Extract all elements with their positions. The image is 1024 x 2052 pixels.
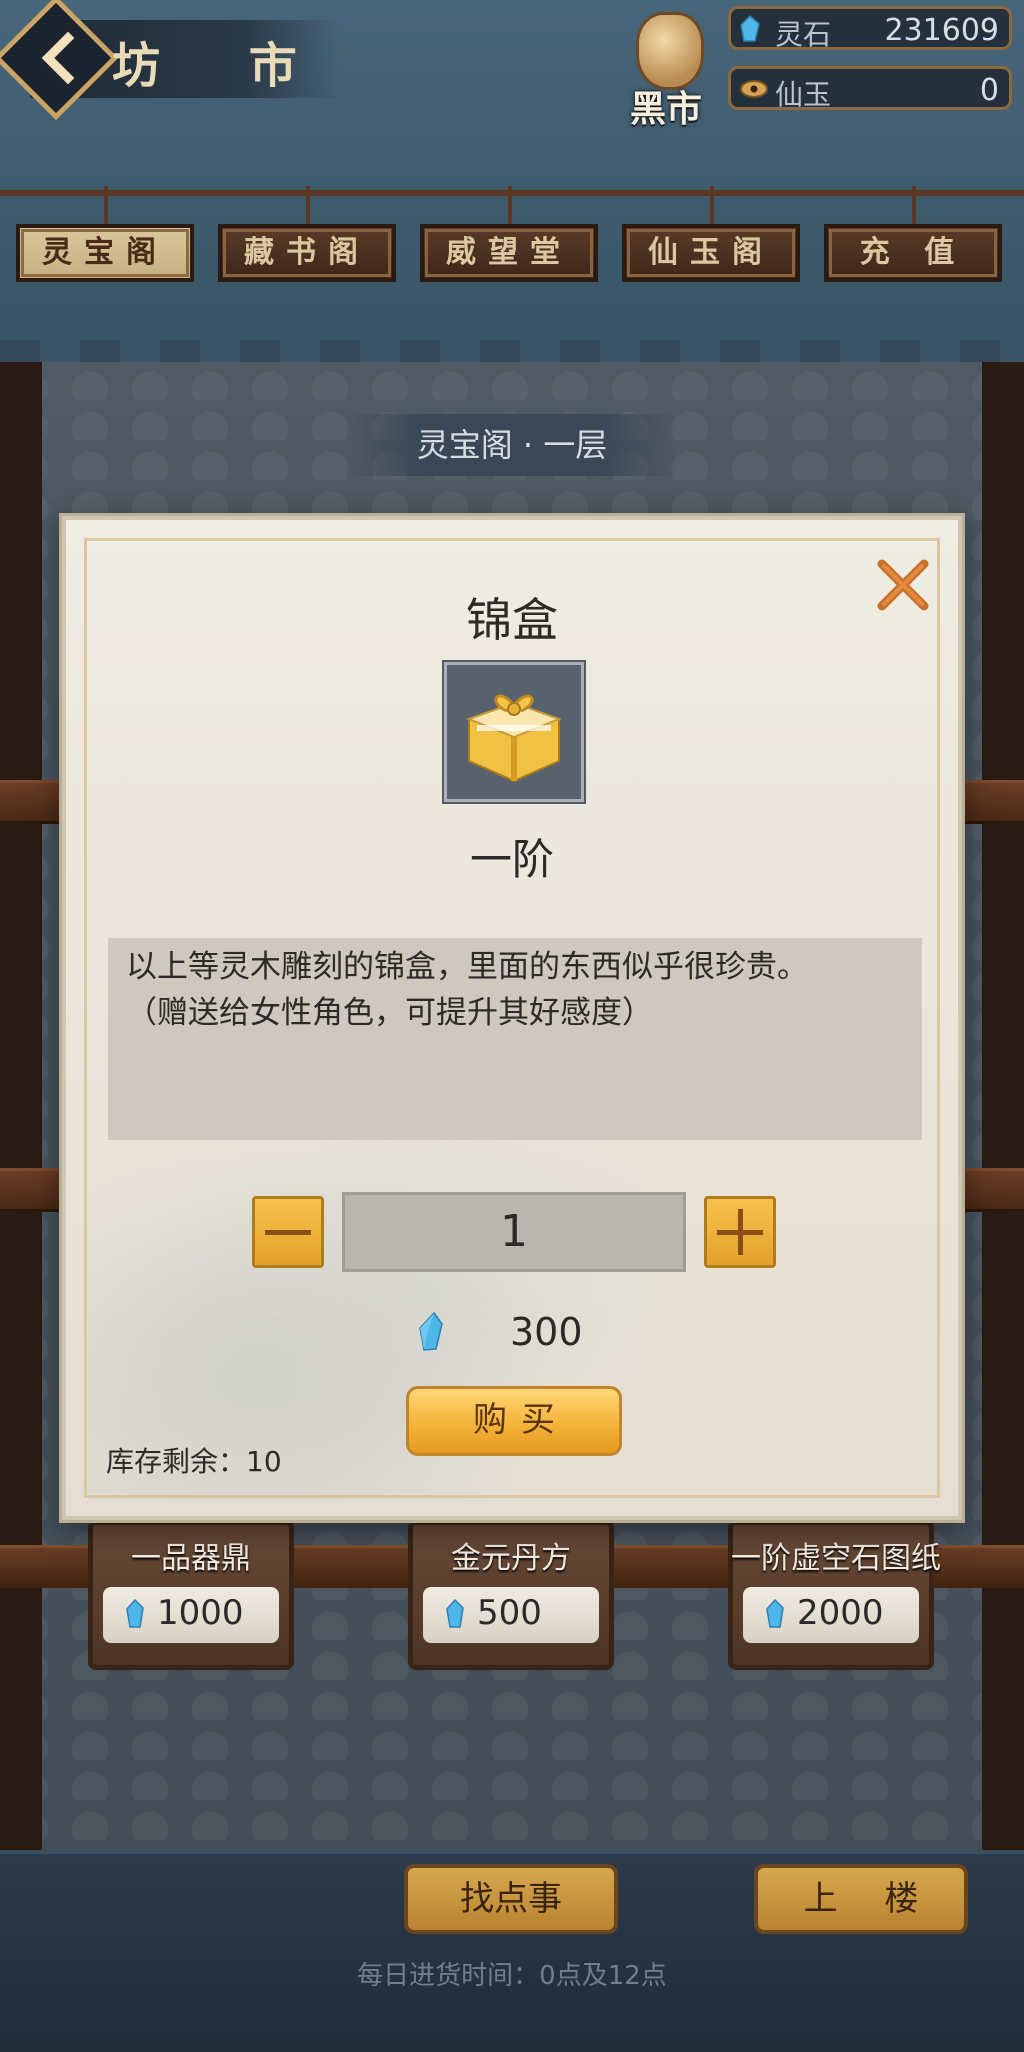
minus-icon	[265, 1230, 311, 1235]
decrease-quantity-button[interactable]	[252, 1196, 324, 1268]
description-box: 以上等灵木雕刻的锦盒，里面的东西似乎很珍贵。 （赠送给女性角色，可提升其好感度）	[108, 938, 922, 1140]
spirit-stone-icon	[419, 1312, 443, 1351]
purchase-dialog: 锦盒 一阶 以上等灵木雕刻的锦盒，里面的东西似乎很珍贵。 （赠送给女性角色，可提…	[62, 516, 962, 1520]
plus-icon-vertical	[738, 1209, 743, 1255]
stock-remaining: 库存剩余：10	[106, 1445, 282, 1478]
item-icon-frame	[442, 660, 586, 804]
description-line: 以上等灵木雕刻的锦盒，里面的东西似乎很珍贵。	[126, 949, 808, 985]
gift-box-icon	[466, 694, 562, 783]
increase-quantity-button[interactable]	[704, 1196, 776, 1268]
total-price: 300	[510, 1310, 583, 1354]
item-title: 锦盒	[466, 593, 558, 647]
buy-button[interactable]: 购买	[406, 1386, 622, 1456]
quantity-input[interactable]: 1	[342, 1192, 686, 1272]
item-grade: 一阶	[469, 835, 554, 884]
description-text: 以上等灵木雕刻的锦盒，里面的东西似乎很珍贵。 （赠送给女性角色，可提升其好感度）	[126, 944, 906, 1036]
description-line: （赠送给女性角色，可提升其好感度）	[126, 995, 653, 1031]
